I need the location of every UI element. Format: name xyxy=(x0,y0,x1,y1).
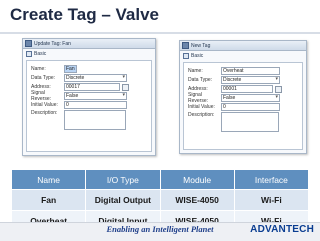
name-row: Name: Fan xyxy=(31,65,77,73)
description-label: Description: xyxy=(31,110,58,116)
signal-reverse-row: Signal Reverse: False xyxy=(31,90,127,102)
name-label: Name: xyxy=(188,68,203,74)
title-divider xyxy=(0,32,320,34)
column-header: Name xyxy=(10,169,87,190)
address-input[interactable]: 00001 xyxy=(221,85,273,93)
data-type-row: Data Type: Discrete xyxy=(31,74,127,82)
name-input[interactable]: Fan xyxy=(64,65,77,73)
initial-value-input[interactable]: 0 xyxy=(64,101,127,109)
address-input[interactable]: 00017 xyxy=(64,83,120,91)
signal-reverse-row: Signal Reverse: False xyxy=(188,92,280,104)
data-type-select[interactable]: Discrete xyxy=(64,74,127,82)
new-tag-window-title: New Tag xyxy=(191,42,211,49)
basic-panel: Name: Overheat Data Type: Discrete Addre… xyxy=(183,62,303,150)
description-row: Description: xyxy=(188,112,279,132)
description-row: Description: xyxy=(31,110,126,130)
basic-panel: Name: Fan Data Type: Discrete Address: 0… xyxy=(26,60,152,152)
address-picker-button[interactable] xyxy=(275,85,282,93)
initial-value-row: Initial Value: 0 xyxy=(188,103,280,111)
address-picker-button[interactable] xyxy=(122,83,129,91)
data-type-select[interactable]: Discrete xyxy=(221,76,280,84)
basic-tab-label: Basic xyxy=(34,51,47,57)
table-cell: WISE-4050 xyxy=(159,189,235,211)
basic-tab-label: Basic xyxy=(191,53,204,59)
advantech-logo: ADVANTECH xyxy=(250,224,314,235)
description-textarea[interactable] xyxy=(221,112,279,132)
column-header: Module xyxy=(159,169,235,190)
update-tag-window-title: Update Tag: Fan xyxy=(34,40,71,47)
column-header: Interface xyxy=(233,169,310,190)
name-row: Name: Overheat xyxy=(188,67,280,75)
column-header: I/O Type xyxy=(85,169,161,190)
update-tag-titlebar[interactable]: Update Tag: Fan xyxy=(23,39,155,49)
data-type-label: Data Type: xyxy=(31,75,56,81)
window-app-icon xyxy=(182,42,189,49)
name-label: Name: xyxy=(31,66,46,72)
initial-value-row: Initial Value: 0 xyxy=(31,101,127,109)
basic-tab[interactable]: Basic xyxy=(180,51,306,61)
window-app-icon xyxy=(25,40,32,47)
name-input[interactable]: Overheat xyxy=(221,67,280,75)
update-tag-window: Update Tag: Fan Basic Name: Fan Data Typ… xyxy=(22,38,156,156)
table-cell: Digital Output xyxy=(85,189,161,211)
collapse-icon[interactable] xyxy=(26,51,32,57)
slide-title: Create Tag – Valve xyxy=(10,5,159,24)
data-type-row: Data Type: Discrete xyxy=(188,76,280,84)
description-textarea[interactable] xyxy=(64,110,126,130)
initial-value-label: Initial Value: xyxy=(31,102,58,108)
collapse-icon[interactable] xyxy=(183,53,189,59)
initial-value-label: Initial Value: xyxy=(188,104,215,110)
signal-reverse-select[interactable]: False xyxy=(221,94,280,102)
table-cell: Fan xyxy=(10,189,87,211)
table-row: Fan Digital Output WISE-4050 Wi-Fi xyxy=(10,189,310,211)
basic-tab[interactable]: Basic xyxy=(23,49,155,59)
data-type-label: Data Type: xyxy=(188,77,213,83)
initial-value-input[interactable]: 0 xyxy=(221,103,280,111)
new-tag-titlebar[interactable]: New Tag xyxy=(180,41,306,51)
table-header-row: Name I/O Type Module Interface xyxy=(10,169,310,190)
signal-reverse-select[interactable]: False xyxy=(64,92,127,100)
description-label: Description: xyxy=(188,112,215,118)
new-tag-window: New Tag Basic Name: Overheat Data Type: … xyxy=(179,40,307,154)
table-cell: Wi-Fi xyxy=(233,189,310,211)
